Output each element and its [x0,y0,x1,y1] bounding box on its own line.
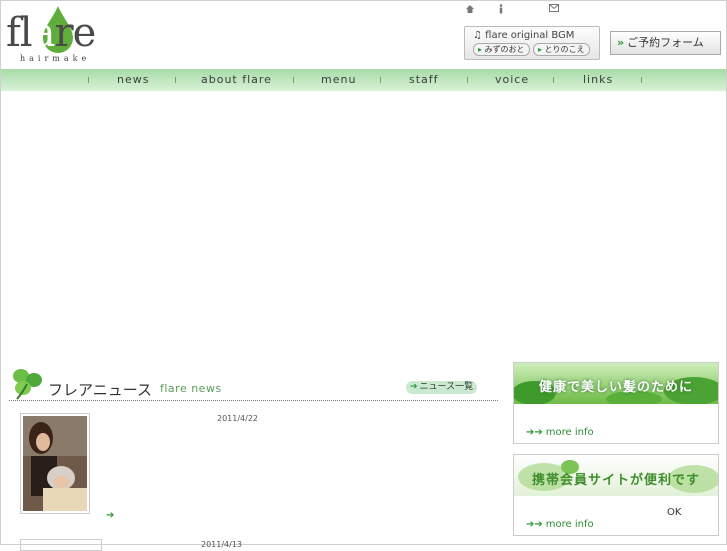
nav-item-voice[interactable]: voice [495,69,529,91]
nav-item-menu[interactable]: menu [321,69,356,91]
arrow-right-icon: ➔ [410,382,418,392]
ok-button[interactable]: OK [667,507,681,518]
bgm-track-2-button[interactable]: ▸ とりのこえ [533,43,590,56]
nav-item-links[interactable]: links [583,69,613,91]
logo-wordmark: flare [6,10,96,56]
main-nav: news about flare menu staff voice links [1,69,726,91]
nav-item-staff[interactable]: staff [409,69,439,91]
bgm-player: ♫ flare original BGM ▸ みずのおと ▸ とりのこえ [464,26,600,60]
nav-separator [467,77,468,83]
bgm-title: ♫ flare original BGM [473,30,575,41]
double-arrow-icon: ➔➔ [526,427,543,438]
hairdresser-photo [23,416,87,511]
banner-title: 健康で美しい髪のために [538,380,693,395]
reservation-form-button[interactable]: » ご予約フォーム [610,31,721,55]
news-date: 2011/4/22 [217,414,259,423]
bgm-track-1-button[interactable]: ▸ みずのおと [473,43,530,56]
nav-separator [293,77,294,83]
banner-title: 携帯会員サイトが便利です [531,473,700,488]
news-thumbnail[interactable] [20,413,90,514]
clover-leaf-icon [13,369,42,400]
healthy-hair-banner[interactable]: 健康で美しい髪のために ➔➔ more info [513,362,719,444]
news-more-arrow-icon[interactable]: ➔ [106,510,114,521]
more-info-link[interactable]: ➔➔ more info [526,519,594,530]
double-arrow-icon: ➔➔ [526,519,543,530]
news-heading: フレアニュース [48,381,152,399]
news-list-button[interactable]: ➔ ニュース一覧 [406,381,477,394]
nav-separator [553,77,554,83]
play-icon: ▸ [478,45,483,54]
info-icon[interactable] [497,4,505,17]
news-thumbnail[interactable] [20,539,102,551]
nav-item-news[interactable]: news [117,69,149,91]
play-icon: ▸ [538,45,543,54]
more-info-link[interactable]: ➔➔ more info [526,427,594,438]
mail-icon[interactable] [549,4,559,15]
news-subheading: flare news [160,382,222,395]
nav-separator [88,77,89,83]
news-divider [9,400,498,401]
nav-separator [175,77,176,83]
nav-separator [380,77,381,83]
nav-separator [641,77,642,83]
home-icon[interactable] [465,4,475,17]
nav-item-about[interactable]: about flare [201,69,272,91]
music-note-icon: ♫ [473,30,482,41]
mobile-member-site-banner[interactable]: 携帯会員サイトが便利です ➔➔ more info [513,454,719,536]
flare-logo[interactable]: flare hairmake [6,4,116,66]
logo-subtitle: hairmake [20,54,91,63]
double-chevron-icon: » [617,36,625,49]
